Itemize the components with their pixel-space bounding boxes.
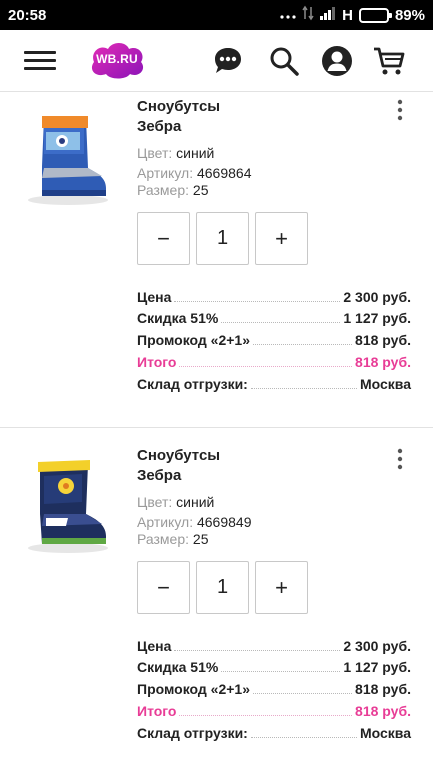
promo-label: Промокод «2+1» — [137, 681, 250, 697]
discount-value: 1 127 руб. — [343, 659, 411, 675]
size-label: Размер: — [137, 182, 190, 198]
product-color: Цвет: синий — [137, 145, 214, 161]
warehouse-value: Москва — [359, 725, 411, 741]
chat-icon[interactable] — [211, 44, 245, 78]
increase-quantity-button[interactable]: + — [255, 212, 308, 265]
product-image[interactable] — [22, 108, 114, 208]
total-row: Итого 818 руб. — [137, 701, 411, 719]
more-options-icon[interactable] — [392, 448, 408, 470]
article-label: Артикул: — [137, 165, 194, 181]
discount-label: Скидка 51% — [137, 310, 219, 326]
increase-quantity-button[interactable]: + — [255, 561, 308, 614]
discount-label: Скидка 51% — [137, 659, 219, 675]
cart-item: Сноубутсы Зебра Цвет: синий Артикул: 466… — [0, 427, 433, 770]
price-row: Цена 2 300 руб. — [137, 636, 411, 654]
battery-percent: 89% — [394, 6, 425, 24]
discount-row: Скидка 51% 1 127 руб. — [137, 657, 411, 675]
product-article: Артикул: 4669849 — [137, 514, 252, 530]
product-title[interactable]: Сноубутсы — [137, 98, 220, 115]
product-article: Артикул: 4669864 — [137, 165, 252, 181]
product-size: Размер: 25 — [137, 531, 208, 547]
color-value: синий — [176, 145, 215, 161]
product-brand: Зебра — [137, 118, 182, 135]
discount-value: 1 127 руб. — [343, 310, 411, 326]
size-value: 25 — [192, 182, 209, 198]
warehouse-row: Склад отгрузки: Москва — [137, 374, 411, 392]
promo-value: 818 руб. — [355, 332, 411, 348]
size-label: Размер: — [137, 531, 190, 547]
more-notifications-icon — [280, 7, 296, 24]
price-label: Цена — [137, 638, 172, 654]
discount-row: Скидка 51% 1 127 руб. — [137, 308, 411, 326]
price-value: 2 300 руб. — [343, 289, 411, 305]
data-transfer-icon — [302, 5, 314, 25]
warehouse-label: Склад отгрузки: — [137, 376, 248, 392]
search-icon[interactable] — [267, 44, 301, 78]
status-bar: 20:58 H 89% — [0, 0, 433, 30]
signal-icon — [320, 6, 336, 24]
quantity-input[interactable] — [196, 561, 249, 614]
promo-row: Промокод «2+1» 818 руб. — [137, 330, 411, 348]
wb-logo[interactable]: WB.RU — [86, 40, 148, 80]
warehouse-row: Склад отгрузки: Москва — [137, 723, 411, 741]
color-value: синий — [176, 494, 215, 510]
network-type: H — [342, 6, 353, 24]
product-image[interactable] — [22, 456, 114, 556]
article-label: Артикул: — [137, 514, 194, 530]
article-value: 4669864 — [196, 165, 252, 181]
product-brand: Зебра — [137, 467, 182, 484]
price-value: 2 300 руб. — [343, 638, 411, 654]
total-label: Итого — [137, 703, 177, 719]
status-time: 20:58 — [8, 6, 47, 24]
profile-icon[interactable] — [320, 44, 354, 78]
color-label: Цвет: — [137, 145, 173, 161]
price-label: Цена — [137, 289, 172, 305]
menu-icon[interactable] — [24, 51, 56, 71]
total-value: 818 руб. — [355, 354, 411, 370]
battery-icon — [358, 7, 392, 23]
more-options-icon[interactable] — [392, 99, 408, 121]
decrease-quantity-button[interactable]: − — [137, 561, 190, 614]
quantity-input[interactable] — [196, 212, 249, 265]
cart-icon[interactable] — [372, 44, 406, 78]
total-label: Итого — [137, 354, 177, 370]
size-value: 25 — [192, 531, 209, 547]
app-header: WB.RU — [0, 30, 433, 92]
promo-label: Промокод «2+1» — [137, 332, 250, 348]
decrease-quantity-button[interactable]: − — [137, 212, 190, 265]
warehouse-label: Склад отгрузки: — [137, 725, 248, 741]
promo-value: 818 руб. — [355, 681, 411, 697]
cart-item: Сноубутсы Зебра Цвет: синий Артикул: 466… — [0, 92, 433, 425]
warehouse-value: Москва — [359, 376, 411, 392]
status-icons: H 89% — [280, 5, 425, 25]
total-value: 818 руб. — [355, 703, 411, 719]
logo-text: WB.RU — [96, 52, 138, 66]
promo-row: Промокод «2+1» 818 руб. — [137, 679, 411, 697]
product-title[interactable]: Сноубутсы — [137, 447, 220, 464]
color-label: Цвет: — [137, 494, 173, 510]
product-size: Размер: 25 — [137, 182, 208, 198]
article-value: 4669849 — [196, 514, 252, 530]
price-row: Цена 2 300 руб. — [137, 287, 411, 305]
total-row: Итого 818 руб. — [137, 352, 411, 370]
product-color: Цвет: синий — [137, 494, 214, 510]
